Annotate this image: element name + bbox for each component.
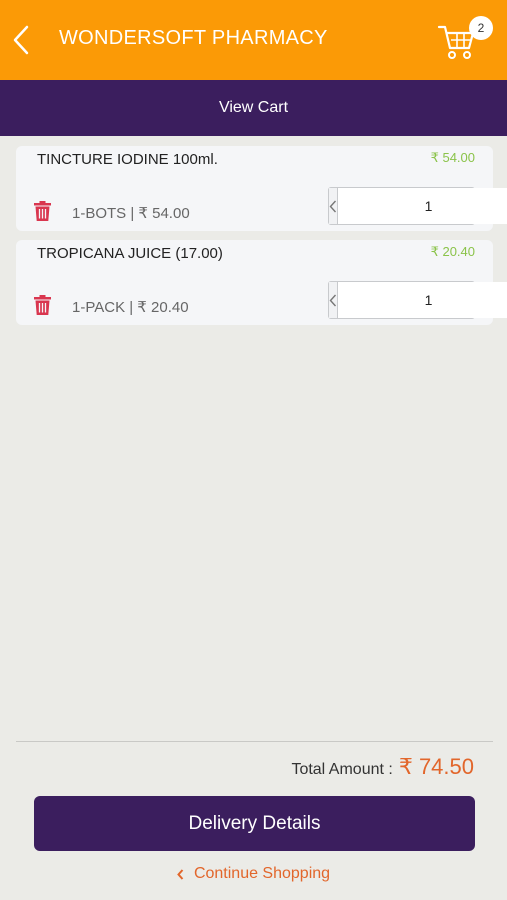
total-amount-label: Total Amount :: [291, 761, 393, 778]
quantity-stepper: [328, 281, 507, 319]
delete-button[interactable]: [34, 295, 51, 315]
item-price: ₹ 54.00: [430, 150, 475, 165]
back-button[interactable]: [6, 22, 36, 58]
chevron-left-icon: [329, 200, 337, 212]
total-amount-value: ₹ 74.50: [398, 754, 474, 779]
item-name: TINCTURE IODINE 100ml.: [37, 151, 218, 168]
quantity-input[interactable]: [338, 282, 507, 318]
item-unit-price: 1-PACK | ₹ 20.40: [72, 299, 189, 316]
cart-item: TROPICANA JUICE (17.00) ₹ 20.40 1-PACK |…: [16, 240, 507, 325]
delivery-details-button[interactable]: Delivery Details: [34, 796, 475, 851]
app-header: WONDERSOFT PHARMACY 2: [0, 0, 507, 80]
footer-divider: [16, 741, 493, 742]
cart-item: TINCTURE IODINE 100ml. ₹ 54.00 1-BOTS | …: [16, 146, 507, 231]
item-name: TROPICANA JUICE (17.00): [37, 245, 223, 262]
item-price: ₹ 20.40: [430, 244, 475, 259]
chevron-left-icon: [329, 294, 337, 306]
cart-count-badge: 2: [469, 16, 493, 40]
cart-button[interactable]: 2: [436, 16, 494, 62]
page-title: View Cart: [218, 99, 289, 116]
decrease-quantity-button[interactable]: [329, 282, 338, 318]
cart-list: TINCTURE IODINE 100ml. ₹ 54.00 1-BOTS | …: [16, 146, 507, 334]
continue-shopping-link[interactable]: Continue Shopping: [0, 863, 507, 885]
total-amount-row: Total Amount : ₹ 74.50: [291, 754, 474, 780]
continue-shopping-label: Continue Shopping: [193, 865, 331, 882]
decrease-quantity-button[interactable]: [329, 188, 338, 224]
quantity-input[interactable]: [338, 188, 507, 224]
trash-icon: [34, 295, 51, 315]
quantity-stepper: [328, 187, 507, 225]
item-unit-price: 1-BOTS | ₹ 54.00: [72, 205, 190, 222]
sub-header: View Cart: [0, 80, 507, 136]
trash-icon: [34, 201, 51, 221]
app-title: WONDERSOFT PHARMACY: [59, 27, 328, 49]
chevron-left-icon: [13, 25, 29, 55]
chevron-left-icon: [177, 868, 184, 880]
delete-button[interactable]: [34, 201, 51, 221]
